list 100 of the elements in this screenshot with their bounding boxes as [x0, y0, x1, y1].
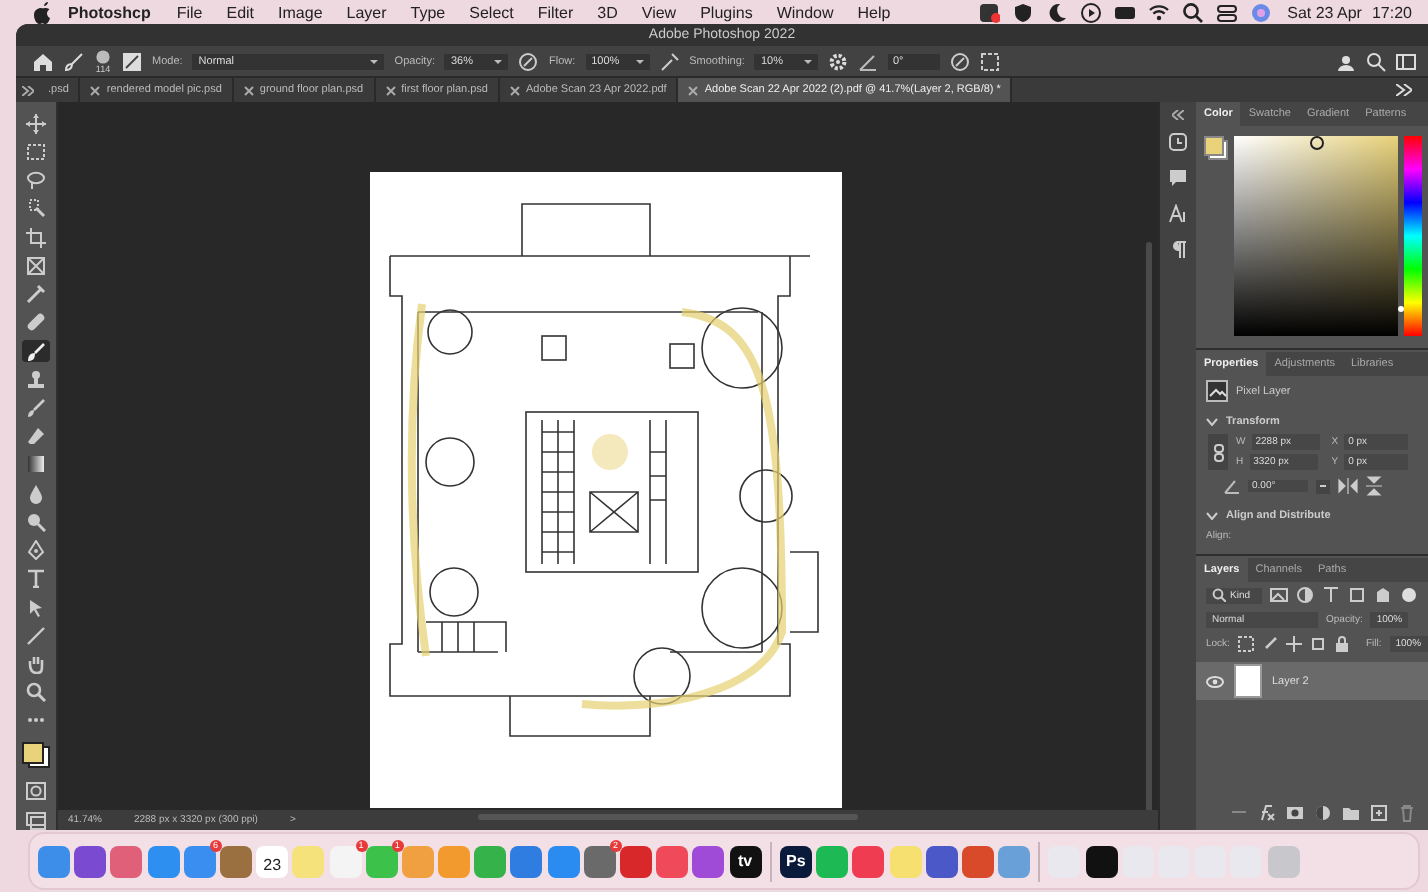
- brush-lock-icon[interactable]: [1261, 636, 1278, 652]
- chevron-down-icon[interactable]: [1206, 418, 1218, 426]
- crop-tool-icon: [26, 227, 46, 248]
- history-panel-icon[interactable]: [1168, 132, 1188, 152]
- color-swatches-icon[interactable]: [22, 741, 50, 768]
- wifi-icon[interactable]: [1147, 1, 1170, 23]
- line-tool-icon: [26, 625, 46, 646]
- play-icon[interactable]: [1079, 1, 1102, 23]
- shape-filter-icon[interactable]: [1348, 586, 1366, 604]
- slider-thumb[interactable]: [1398, 306, 1404, 312]
- link-dimensions-button[interactable]: [1208, 434, 1228, 470]
- menu-item[interactable]: File: [176, 3, 203, 21]
- artboard-lock-icon[interactable]: [1309, 636, 1326, 652]
- select-tool-icon: [26, 198, 46, 219]
- soft-brush-icon: [94, 49, 112, 63]
- lock-icon[interactable]: [1333, 636, 1350, 652]
- home-icon[interactable]: [32, 51, 54, 71]
- control-center-icon[interactable]: [1215, 1, 1238, 23]
- close-icon[interactable]: [510, 85, 520, 95]
- folder-icon[interactable]: [1342, 804, 1360, 822]
- brush-icon[interactable]: [64, 51, 84, 71]
- eye-icon[interactable]: [1206, 675, 1224, 687]
- layer-thumbnail: [1234, 664, 1262, 698]
- fx-icon[interactable]: [1258, 804, 1276, 822]
- more-tabs-icon[interactable]: [1396, 84, 1412, 96]
- adjustment-layer-icon[interactable]: [1314, 804, 1332, 822]
- image-filter-icon[interactable]: [1270, 586, 1288, 604]
- menu-item[interactable]: 3D: [597, 3, 618, 21]
- brush-tool-icon: [26, 341, 46, 362]
- color-field[interactable]: [1234, 136, 1398, 336]
- lock-pixels-icon[interactable]: [1237, 636, 1254, 652]
- move-tool-icon: [26, 113, 46, 134]
- frame-tool-icon: [26, 255, 46, 276]
- history-tool-icon: [26, 398, 46, 418]
- app-icon[interactable]: tv: [729, 845, 762, 877]
- menu-item[interactable]: Image: [278, 3, 323, 21]
- menu-item[interactable]: Filter: [537, 3, 574, 21]
- workspace-icon[interactable]: [1396, 51, 1416, 71]
- share-icon[interactable]: [1336, 51, 1356, 71]
- zoom-tool-icon: [26, 682, 46, 703]
- new-layer-icon[interactable]: [1370, 804, 1388, 822]
- angle-icon: [1224, 479, 1240, 493]
- search-icon[interactable]: [1366, 51, 1386, 71]
- type-filter-icon[interactable]: [1322, 586, 1340, 604]
- path-tool-icon: [26, 597, 46, 618]
- scroll-thumb[interactable]: [1146, 242, 1152, 810]
- search-icon: [1212, 588, 1226, 602]
- tool-button[interactable]: [22, 339, 50, 363]
- dropdown-icon[interactable]: [1316, 479, 1330, 493]
- menu-item[interactable]: Select: [469, 3, 514, 21]
- move-lock-icon[interactable]: [1285, 636, 1302, 652]
- search-icon[interactable]: [1181, 1, 1204, 23]
- dodge-tool-icon: [26, 511, 46, 532]
- menu-item[interactable]: Edit: [226, 3, 255, 21]
- comment-icon[interactable]: [1168, 168, 1188, 188]
- color-picker-handle[interactable]: [1310, 136, 1324, 150]
- battery-icon[interactable]: [1113, 1, 1136, 23]
- collapse-icon[interactable]: [22, 85, 34, 95]
- character-panel-icon[interactable]: [1168, 204, 1188, 224]
- airbrush-icon[interactable]: [659, 51, 680, 71]
- menu-item[interactable]: Plugins: [700, 3, 753, 21]
- menu-item[interactable]: View: [641, 3, 677, 21]
- close-icon[interactable]: [243, 85, 254, 95]
- stamp-tool-icon: [26, 369, 46, 390]
- close-icon[interactable]: [385, 85, 396, 95]
- pressure-size-icon[interactable]: [950, 51, 971, 71]
- moon-icon[interactable]: [1045, 1, 1068, 23]
- close-icon[interactable]: [688, 85, 699, 95]
- tool-button[interactable]: [22, 453, 50, 477]
- expand-panels-icon[interactable]: [1172, 110, 1184, 120]
- flip-vertical-icon[interactable]: [1366, 476, 1382, 496]
- paragraph-panel-icon[interactable]: [1168, 240, 1188, 260]
- chevron-down-icon[interactable]: [1206, 512, 1218, 520]
- color-swatches-icon[interactable]: [1204, 136, 1228, 160]
- app-menu[interactable]: Photoshcp: [68, 3, 151, 21]
- menu-item[interactable]: Window: [776, 3, 834, 21]
- menu-item[interactable]: Help: [857, 3, 891, 21]
- settings-icon[interactable]: [828, 51, 849, 71]
- menu-item[interactable]: Layer: [346, 3, 387, 21]
- app-icon[interactable]: Ps: [779, 845, 812, 877]
- brush-settings-icon[interactable]: [122, 51, 142, 71]
- marquee-tool-icon: [26, 142, 46, 163]
- symmetry-icon[interactable]: [980, 51, 1001, 71]
- hand-tool-icon: [26, 653, 46, 674]
- layer-mask-icon[interactable]: [1286, 804, 1304, 822]
- adjustment-filter-icon[interactable]: [1296, 586, 1314, 604]
- app-icon[interactable]: 23: [256, 845, 289, 877]
- shield-icon[interactable]: [1011, 1, 1034, 23]
- app-icon[interactable]: [1085, 845, 1118, 877]
- date-text[interactable]: Sat 23 Apr: [1287, 3, 1362, 21]
- menu-item[interactable]: Type: [410, 3, 446, 21]
- hue-slider[interactable]: [1404, 136, 1422, 336]
- clock-text[interactable]: 17:20: [1371, 3, 1412, 21]
- close-icon[interactable]: [90, 85, 101, 95]
- flip-horizontal-icon[interactable]: [1338, 478, 1358, 494]
- pressure-icon[interactable]: [518, 51, 539, 71]
- screen-mode-icon[interactable]: [26, 812, 46, 830]
- apple-logo-icon[interactable]: [32, 1, 50, 23]
- record-icon[interactable]: [977, 1, 1000, 23]
- quick-mask-icon[interactable]: [26, 782, 46, 801]
